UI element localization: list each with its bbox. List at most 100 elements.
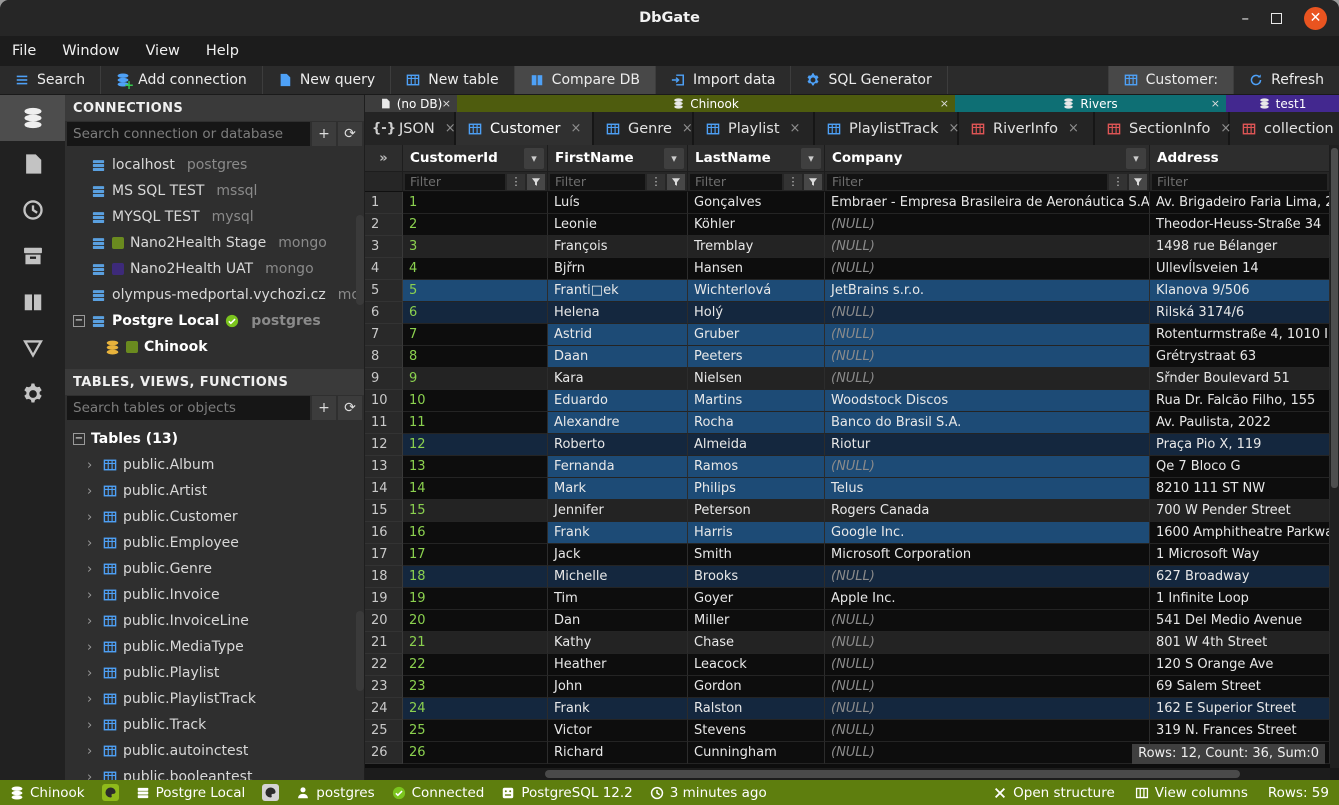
cell-firstname[interactable]: Frank [548,698,688,720]
cell-address[interactable]: Grétrystraat 63 [1150,346,1330,368]
cell-address[interactable]: 1 Infinite Loop [1150,588,1330,610]
filter-menu-icon[interactable]: ⋮ [647,174,665,190]
row-number[interactable]: 25 [365,720,403,742]
cell-customerid[interactable]: 23 [403,676,548,698]
filter-input-customerid[interactable] [405,174,505,190]
connection-color-chip[interactable] [262,784,279,801]
cell-address[interactable]: 1600 Amphitheatre Parkway [1150,522,1330,544]
cell-company[interactable]: (NULL) [825,346,1150,368]
sidebar-history-button[interactable] [0,187,65,233]
filter-menu-icon[interactable]: ⋮ [1109,174,1127,190]
cell-customerid[interactable]: 9 [403,368,548,390]
connections-scrollbar-thumb[interactable] [356,215,364,305]
row-number[interactable]: 1 [365,192,403,214]
filter-menu-icon[interactable]: ⋮ [507,174,525,190]
connection-item-mysql-test[interactable]: MYSQL TESTmysql [65,204,364,230]
connection-item-olympus-medportal-vychozi-cz[interactable]: olympus-medportal.vychozi.czmongo [65,282,364,308]
row-number[interactable]: 23 [365,676,403,698]
expand-all-header[interactable]: » [365,145,403,172]
cell-address[interactable]: Qe 7 Bloco G [1150,456,1330,478]
menu-file[interactable]: File [12,43,36,59]
sidebar-archive-button[interactable] [0,233,65,279]
cell-lastname[interactable]: Ramos [688,456,825,478]
column-menu-icon[interactable]: ▾ [664,148,684,169]
cell-firstname[interactable]: Tim [548,588,688,610]
cell-firstname[interactable]: Daan [548,346,688,368]
cell-customerid[interactable]: 15 [403,500,548,522]
expand-caret-icon[interactable]: › [87,640,97,655]
expand-caret-icon[interactable]: › [87,536,97,551]
connection-item-localhost[interactable]: localhostpostgres [65,152,364,178]
cell-customerid[interactable]: 16 [403,522,548,544]
expand-caret-icon[interactable]: › [87,510,97,525]
table-item-public-artist[interactable]: ›public.Artist [65,478,364,504]
cell-lastname[interactable]: Brooks [688,566,825,588]
close-group-icon[interactable]: × [442,97,451,110]
row-number[interactable]: 13 [365,456,403,478]
cell-lastname[interactable]: Gruber [688,324,825,346]
connections-search-input[interactable] [67,122,310,146]
cell-lastname[interactable]: Goyer [688,588,825,610]
cell-address[interactable]: Ullevĺlsveien 14 [1150,258,1330,280]
row-number[interactable]: 7 [365,324,403,346]
table-item-public-playlisttrack[interactable]: ›public.PlaylistTrack [65,686,364,712]
cell-firstname[interactable]: Michelle [548,566,688,588]
cell-address[interactable]: Rilská 3174/6 [1150,302,1330,324]
row-number[interactable]: 6 [365,302,403,324]
cell-customerid[interactable]: 3 [403,236,548,258]
cell-customerid[interactable]: 4 [403,258,548,280]
cell-firstname[interactable]: Kathy [548,632,688,654]
cell-address[interactable]: 1498 rue Bélanger [1150,236,1330,258]
row-number[interactable]: 5 [365,280,403,302]
row-number[interactable]: 26 [365,742,403,764]
close-tab-icon[interactable]: × [445,121,456,136]
cell-lastname[interactable]: Ralston [688,698,825,720]
cell-company[interactable]: JetBrains s.r.o. [825,280,1150,302]
cell-company[interactable]: Telus [825,478,1150,500]
expand-caret-icon[interactable]: › [87,458,97,473]
row-number[interactable]: 17 [365,544,403,566]
cell-company[interactable]: Google Inc. [825,522,1150,544]
close-tab-icon[interactable]: × [948,121,959,136]
close-tab-icon[interactable]: × [570,121,581,136]
cell-lastname[interactable]: Peeters [688,346,825,368]
cell-firstname[interactable]: Jack [548,544,688,566]
column-header-customerid[interactable]: CustomerId▾ [403,145,548,172]
row-number[interactable]: 20 [365,610,403,632]
toolbar-button-import-data[interactable]: Import data [656,66,791,94]
column-menu-icon[interactable]: ▾ [524,148,544,169]
expand-caret-icon[interactable]: › [87,718,97,733]
cell-firstname[interactable]: Jennifer [548,500,688,522]
tab-playlisttrack[interactable]: PlaylistTrack× [815,112,957,145]
cell-lastname[interactable]: Peterson [688,500,825,522]
tables-search-input[interactable] [67,396,310,420]
cell-company[interactable]: Microsoft Corporation [825,544,1150,566]
status-view-columns[interactable]: View columns [1135,785,1248,801]
cell-lastname[interactable]: Hansen [688,258,825,280]
cell-firstname[interactable]: John [548,676,688,698]
add-table-icon-button[interactable]: + [312,396,336,420]
cell-company[interactable]: (NULL) [825,324,1150,346]
cell-customerid[interactable]: 20 [403,610,548,632]
cell-company[interactable]: (NULL) [825,368,1150,390]
cell-firstname[interactable]: Frank [548,522,688,544]
expand-caret-icon[interactable]: › [87,692,97,707]
cell-lastname[interactable]: Harris [688,522,825,544]
row-number[interactable]: 19 [365,588,403,610]
cell-company[interactable]: (NULL) [825,302,1150,324]
expand-caret-icon[interactable]: › [87,614,97,629]
sidebar-file-button[interactable] [0,141,65,187]
filter-funnel-icon[interactable] [527,174,545,190]
cell-customerid[interactable]: 14 [403,478,548,500]
close-button[interactable]: ✕ [1304,7,1327,30]
cell-firstname[interactable]: Alexandre [548,412,688,434]
cell-company[interactable]: (NULL) [825,456,1150,478]
row-number[interactable]: 8 [365,346,403,368]
cell-address[interactable]: 627 Broadway [1150,566,1330,588]
cell-customerid[interactable]: 11 [403,412,548,434]
cell-lastname[interactable]: Wichterlová [688,280,825,302]
filter-funnel-icon[interactable] [804,174,822,190]
tab-group-chinook[interactable]: Chinook× [457,95,955,112]
cell-firstname[interactable]: Roberto [548,434,688,456]
cell-firstname[interactable]: Fernanda [548,456,688,478]
